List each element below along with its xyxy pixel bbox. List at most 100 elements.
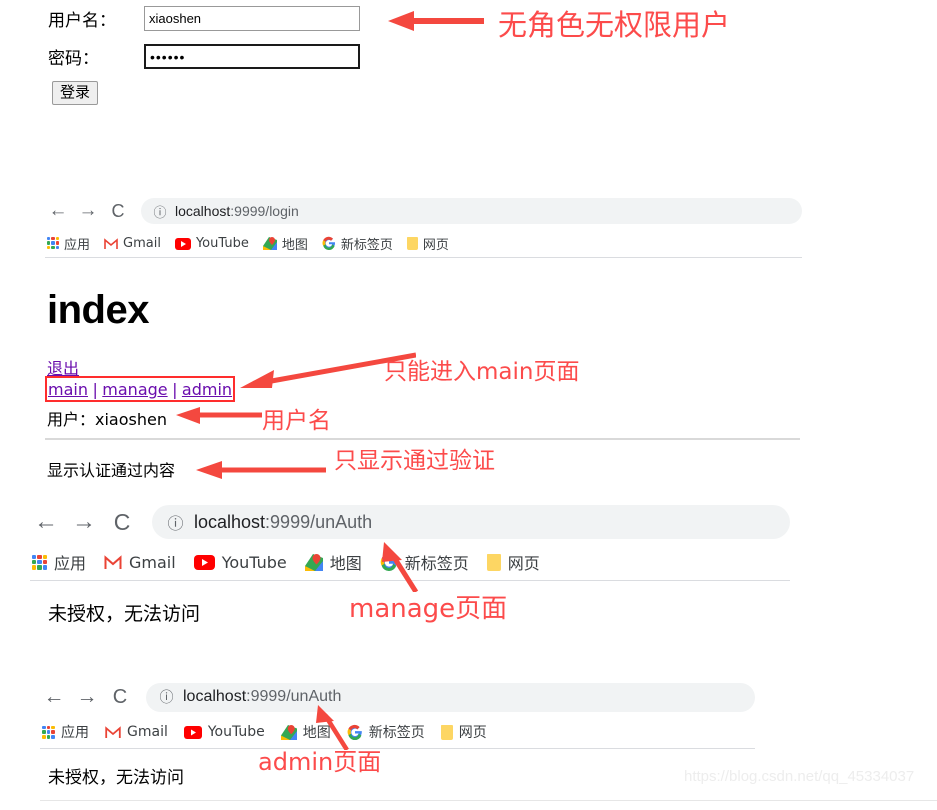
bookmark-gmail[interactable]: Gmail	[105, 724, 168, 740]
bookmark-label: 新标签页	[368, 725, 425, 741]
gmail-icon	[104, 554, 122, 570]
chrome-divider	[45, 257, 802, 258]
back-icon[interactable]: ←	[45, 198, 71, 224]
site-info-icon[interactable]: ⓘ	[167, 514, 184, 533]
bookmark-label: Gmail	[123, 235, 161, 251]
bookmarks-bar: 应用 Gmail YouTube 地图 新标签页 网页	[40, 716, 755, 748]
bookmark-apps[interactable]: 应用	[42, 722, 89, 742]
bookmark-label: 地图	[281, 237, 308, 253]
bookmark-label: 新标签页	[340, 237, 393, 253]
address-bar[interactable]: ⓘ localhost:9999/unAuth	[146, 682, 755, 712]
apps-grid-icon	[47, 237, 59, 249]
url-text: localhost:9999/unAuth	[194, 512, 372, 533]
bottom-divider	[40, 800, 937, 801]
nav-separator: |	[172, 380, 178, 399]
logout-link[interactable]: 退出	[47, 355, 79, 379]
youtube-icon	[183, 725, 202, 739]
link-manage[interactable]: manage	[102, 380, 167, 399]
forward-icon[interactable]: →	[73, 683, 101, 711]
user-name: xiaoshen	[95, 410, 167, 429]
back-icon[interactable]: ←	[30, 506, 62, 538]
google-g-icon	[322, 236, 336, 251]
annotation-username: 用户名	[262, 408, 331, 434]
site-info-icon[interactable]: ⓘ	[159, 689, 174, 705]
bookmark-label: YouTube	[195, 235, 249, 251]
arrow-to-unauth-url-manage	[382, 542, 419, 592]
bookmark-label: Gmail	[127, 724, 168, 740]
browser-nav-row: ← → C ⓘ localhost:9999/login	[45, 193, 802, 229]
bookmark-label: 地图	[329, 554, 362, 573]
annotation-no-role-user: 无角色无权限用户	[498, 8, 731, 42]
page-title: index	[47, 288, 149, 332]
browser-window-login: ← → C ⓘ localhost:9999/login 应用 Gmail Yo…	[45, 193, 802, 258]
login-form: 用户名： 密码： 登录 无角色无权限用户	[0, 0, 937, 180]
url-path: :9999/unAuth	[265, 511, 373, 532]
url-host: localhost	[194, 511, 266, 532]
bookmark-youtube[interactable]: YouTube	[193, 552, 287, 572]
apps-grid-icon	[32, 554, 47, 570]
google-maps-icon	[262, 236, 277, 250]
folder-icon	[486, 553, 501, 571]
forward-icon[interactable]: →	[68, 506, 100, 538]
password-input[interactable]	[144, 44, 360, 69]
bookmark-webpage[interactable]: 网页	[486, 550, 540, 574]
bookmark-maps[interactable]: 地图	[304, 550, 362, 574]
url-text: localhost:9999/unAuth	[183, 688, 341, 706]
password-row: 密码：	[48, 44, 360, 69]
bookmark-youtube[interactable]: YouTube	[174, 235, 249, 251]
bookmark-label: Gmail	[129, 552, 176, 572]
address-bar[interactable]: ⓘ localhost:9999/unAuth	[152, 505, 790, 539]
bookmark-label: 网页	[507, 554, 540, 573]
bookmark-maps[interactable]: 地图	[262, 234, 308, 253]
link-admin[interactable]: admin	[182, 380, 232, 399]
link-main[interactable]: main	[48, 380, 88, 399]
url-host: localhost	[183, 688, 247, 705]
youtube-icon	[174, 237, 191, 250]
bookmark-apps[interactable]: 应用	[32, 550, 86, 574]
bookmark-label: 应用	[54, 554, 87, 573]
bookmark-gmail[interactable]: Gmail	[104, 553, 176, 572]
bookmark-youtube[interactable]: YouTube	[183, 724, 265, 740]
arrow-to-auth-content	[196, 461, 326, 479]
bookmark-webpage[interactable]: 网页	[440, 722, 487, 742]
arrow-to-username-field	[388, 11, 484, 31]
username-input[interactable]	[144, 6, 360, 31]
browser-chrome: ← → C ⓘ localhost:9999/unAuth 应用 Gmail Y…	[40, 678, 755, 788]
username-row: 用户名：	[48, 6, 360, 31]
reload-icon[interactable]: C	[106, 683, 134, 711]
password-label: 密码：	[48, 49, 99, 69]
arrow-to-username-label	[176, 407, 262, 424]
site-info-icon[interactable]: ⓘ	[153, 204, 167, 220]
browser-chrome: ← → C ⓘ localhost:9999/login 应用 Gmail Yo…	[45, 193, 802, 258]
folder-icon	[440, 724, 453, 740]
bookmark-label: YouTube	[221, 552, 287, 572]
back-icon[interactable]: ←	[40, 683, 68, 711]
annotation-manage-page: manage页面	[349, 594, 508, 624]
bookmark-label: 应用	[61, 725, 89, 741]
reload-icon[interactable]: C	[105, 198, 131, 224]
reload-icon[interactable]: C	[106, 506, 138, 538]
annotation-admin-page: admin页面	[258, 748, 382, 776]
browser-window-unauth-admin: ← → C ⓘ localhost:9999/unAuth 应用 Gmail Y…	[40, 678, 755, 788]
bookmark-newtab[interactable]: 新标签页	[322, 234, 393, 253]
forward-icon[interactable]: →	[75, 198, 101, 224]
folder-icon	[406, 236, 418, 250]
nav-separator: |	[92, 380, 98, 399]
bookmark-apps[interactable]: 应用	[47, 234, 90, 253]
login-button[interactable]: 登录	[52, 81, 99, 106]
login-button-row: 登录	[52, 81, 99, 106]
bookmark-gmail[interactable]: Gmail	[104, 236, 161, 251]
watermark: https://blog.csdn.net/qq_45334037	[684, 768, 915, 785]
bookmark-label: 网页	[458, 725, 487, 741]
bookmark-label: 应用	[64, 237, 91, 253]
bookmark-label: 网页	[422, 237, 449, 253]
username-label: 用户名：	[48, 11, 116, 31]
bookmark-label: YouTube	[207, 724, 265, 740]
current-user-line: 用户：xiaoshen	[47, 406, 167, 430]
youtube-icon	[193, 554, 215, 570]
browser-nav-row: ← → C ⓘ localhost:9999/unAuth	[30, 500, 790, 544]
address-bar[interactable]: ⓘ localhost:9999/login	[141, 198, 802, 224]
bookmark-webpage[interactable]: 网页	[406, 234, 449, 253]
gmail-icon	[105, 725, 121, 739]
url-path: :9999/login	[230, 203, 299, 219]
